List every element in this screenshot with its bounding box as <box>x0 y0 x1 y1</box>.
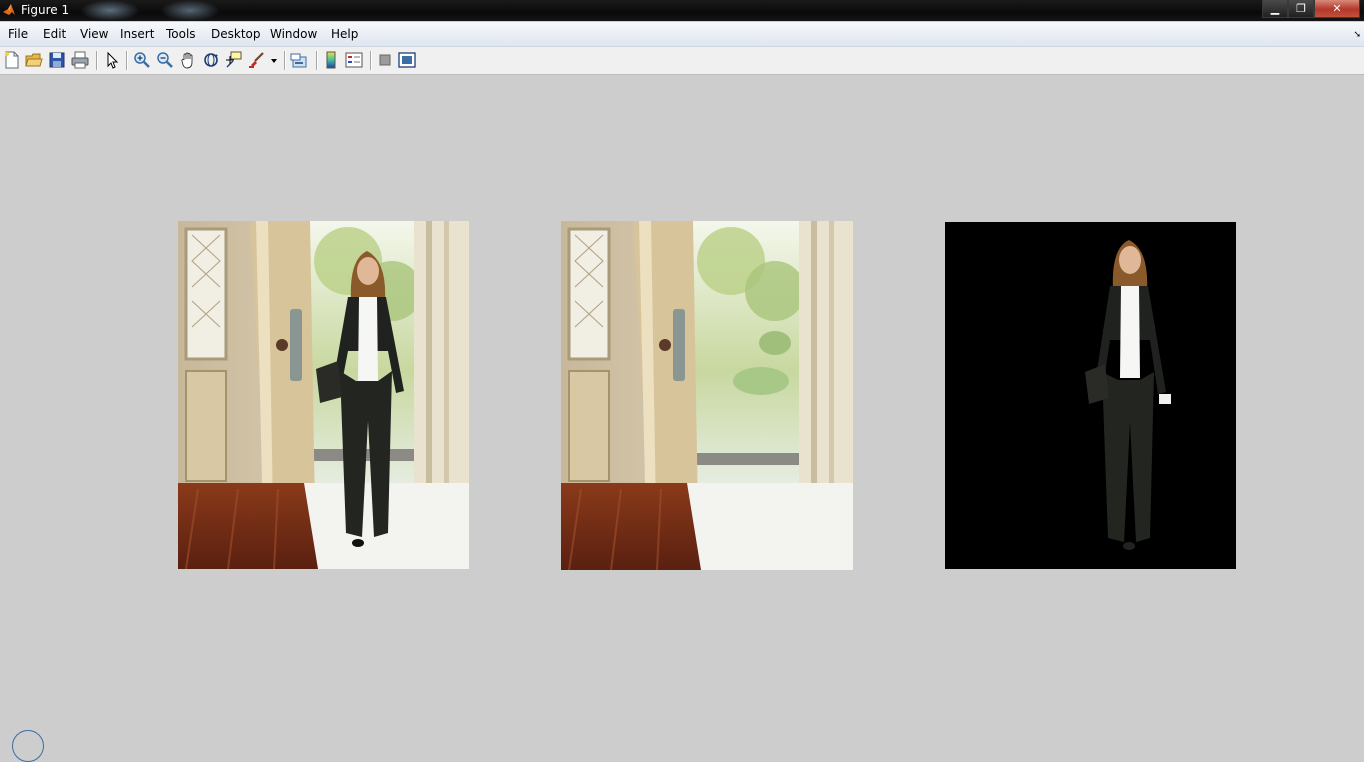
zoom-out-icon[interactable] <box>156 51 174 69</box>
insert-colorbar-icon[interactable] <box>322 51 340 69</box>
toolbar-separator <box>284 51 285 70</box>
toolbar-separator <box>316 51 317 70</box>
menu-edit[interactable]: Edit <box>43 27 66 41</box>
show-plot-tools-icon[interactable] <box>398 51 416 69</box>
rotate-3d-icon[interactable] <box>202 51 220 69</box>
save-figure-icon[interactable] <box>48 51 66 69</box>
hide-plot-tools-icon[interactable] <box>376 51 394 69</box>
zoom-in-icon[interactable] <box>133 51 151 69</box>
edit-plot-arrow-icon[interactable] <box>103 51 121 69</box>
menu-help[interactable]: Help <box>331 27 358 41</box>
close-button[interactable]: ✕ <box>1314 0 1360 18</box>
title-bar-glow <box>160 0 220 21</box>
minimize-button[interactable]: ▁ <box>1262 0 1288 18</box>
title-bar-glow <box>80 0 140 21</box>
axes-original-image[interactable] <box>178 221 469 569</box>
new-figure-icon[interactable] <box>3 51 21 69</box>
axes-segmented-foreground[interactable] <box>945 222 1236 569</box>
toolbar-separator <box>126 51 127 70</box>
menu-view[interactable]: View <box>80 27 108 41</box>
brush-icon[interactable] <box>248 51 266 69</box>
menu-tools[interactable]: Tools <box>166 27 196 41</box>
menu-overflow-arrow-icon[interactable]: ➘ <box>1353 29 1361 40</box>
menu-file[interactable]: File <box>8 27 28 41</box>
print-figure-icon[interactable] <box>71 51 89 69</box>
window-title: Figure 1 <box>21 3 70 17</box>
matlab-logo-icon <box>3 4 15 15</box>
menu-insert[interactable]: Insert <box>120 27 154 41</box>
maximize-button[interactable]: ❐ <box>1288 0 1314 18</box>
toolbar-separator <box>370 51 371 70</box>
pan-hand-icon[interactable] <box>179 51 197 69</box>
link-plot-icon[interactable] <box>290 51 308 69</box>
brush-dropdown-arrow-icon[interactable] <box>270 58 278 64</box>
menu-bar: File Edit View Insert Tools Desktop Wind… <box>0 22 1364 47</box>
menu-desktop[interactable]: Desktop <box>211 27 261 41</box>
data-cursor-icon[interactable] <box>225 51 243 69</box>
open-file-icon[interactable] <box>25 51 43 69</box>
figure-toolbar <box>0 47 1364 75</box>
menu-window[interactable]: Window <box>270 27 317 41</box>
toolbar-separator <box>96 51 97 70</box>
partial-corner-icon <box>12 730 44 762</box>
axes-background-image[interactable] <box>561 221 853 570</box>
insert-legend-icon[interactable] <box>345 51 363 69</box>
window-title-bar[interactable]: Figure 1 ▁ ❐ ✕ <box>0 0 1364 21</box>
